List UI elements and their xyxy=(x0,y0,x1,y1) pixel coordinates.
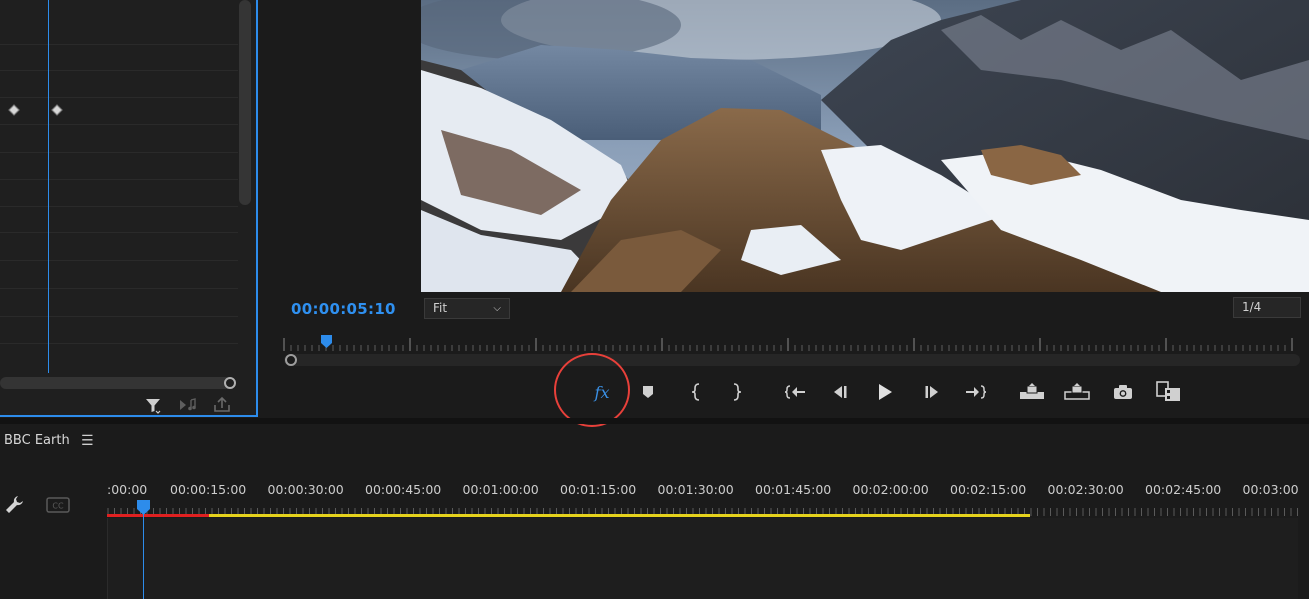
mark-in-icon xyxy=(691,383,700,401)
grid-line xyxy=(0,44,238,45)
ruler-time-label: 00:00:45:00 xyxy=(365,482,442,497)
zoom-level-value: Fit xyxy=(433,301,448,315)
timeline-time-ruler[interactable]: :00:00 00:00:15:00 00:00:30:00 00:00:45:00 0… xyxy=(107,478,1309,518)
play-audio-only-icon[interactable] xyxy=(178,396,196,414)
comparison-view-icon xyxy=(1156,381,1180,401)
effect-controls-zoom-handle[interactable] xyxy=(224,377,236,389)
ruler-time-label: 00:00:15:00 xyxy=(170,482,247,497)
go-to-out-icon xyxy=(966,385,986,399)
mark-out-button[interactable] xyxy=(723,380,751,404)
panel-divider[interactable] xyxy=(0,418,1309,424)
grid-line xyxy=(0,179,238,180)
lift-icon xyxy=(1020,383,1044,399)
ruler-time-label: :00:00 xyxy=(107,482,148,497)
wrench-icon[interactable] xyxy=(4,494,26,516)
program-playhead[interactable] xyxy=(320,335,333,348)
marker-icon xyxy=(643,386,653,398)
comparison-view-button[interactable] xyxy=(1155,380,1183,404)
mark-out-icon xyxy=(733,383,742,401)
extract-button[interactable] xyxy=(1063,380,1091,404)
go-to-in-icon xyxy=(785,385,805,399)
extract-icon xyxy=(1064,383,1090,400)
playhead-timecode[interactable]: 00:00:05:10 xyxy=(291,300,396,318)
go-to-out-button[interactable] xyxy=(961,380,989,404)
timeline-tracks-area[interactable] xyxy=(107,518,1309,599)
render-bar-preview xyxy=(209,514,1030,517)
grid-line xyxy=(0,232,238,233)
program-monitor-video xyxy=(421,0,1309,292)
panel-menu-icon[interactable]: ☰ xyxy=(81,433,94,449)
ruler-time-label: 00:02:00:00 xyxy=(852,482,929,497)
lift-button[interactable] xyxy=(1018,380,1046,404)
resolution-value: 1/4 xyxy=(1242,300,1262,314)
chevron-down-icon: ⌵ xyxy=(493,303,501,314)
captions-icon[interactable]: CC xyxy=(46,497,70,513)
svg-text:CC: CC xyxy=(52,502,64,511)
filter-icon[interactable] xyxy=(144,396,162,414)
mark-in-button[interactable] xyxy=(682,380,710,404)
zoom-level-select[interactable]: Fit ⌵ xyxy=(424,298,510,319)
ruler-time-label: 00:00:30:00 xyxy=(267,482,344,497)
ruler-time-label: 00:01:15:00 xyxy=(560,482,637,497)
program-time-ruler[interactable] xyxy=(282,334,1298,354)
sequence-tab[interactable]: BBC Earth xyxy=(4,433,70,448)
step-back-icon xyxy=(834,386,847,398)
play-icon xyxy=(879,384,892,400)
grid-line xyxy=(0,124,238,125)
ruler-time-label: 00:03:00 xyxy=(1242,482,1299,497)
effect-controls-vertical-scrollbar[interactable] xyxy=(239,0,251,205)
effect-controls-playhead[interactable] xyxy=(48,0,49,373)
add-marker-button[interactable] xyxy=(634,380,662,404)
camera-icon xyxy=(1114,385,1132,399)
grid-line xyxy=(0,316,238,317)
step-forward-button[interactable] xyxy=(918,380,946,404)
go-to-in-button[interactable] xyxy=(782,380,810,404)
step-forward-icon xyxy=(925,386,938,398)
timeline-playhead[interactable] xyxy=(136,500,151,515)
annotation-circle xyxy=(554,353,630,427)
timeline-scroll-edge xyxy=(1298,424,1309,599)
grid-line xyxy=(0,206,238,207)
grid-line xyxy=(0,152,238,153)
effect-controls-panel xyxy=(0,0,258,417)
playback-resolution-select[interactable]: 1/4 xyxy=(1233,297,1301,318)
ruler-time-label: 00:02:30:00 xyxy=(1047,482,1124,497)
ruler-time-label: 00:01:45:00 xyxy=(755,482,832,497)
play-button[interactable] xyxy=(871,380,899,404)
ruler-time-label: 00:01:00:00 xyxy=(462,482,539,497)
timeline-playhead-line[interactable] xyxy=(143,508,144,599)
grid-line xyxy=(0,288,238,289)
grid-line xyxy=(0,70,238,71)
program-zoom-scrollbar[interactable] xyxy=(284,354,1300,366)
ruler-time-label: 00:02:15:00 xyxy=(950,482,1027,497)
export-icon[interactable] xyxy=(212,396,230,414)
ruler-time-label: 00:02:45:00 xyxy=(1145,482,1222,497)
effect-controls-horizontal-scrollbar[interactable] xyxy=(0,377,232,389)
export-frame-button[interactable] xyxy=(1109,380,1137,404)
grid-line xyxy=(0,343,238,344)
step-back-button[interactable] xyxy=(826,380,854,404)
ruler-time-label: 00:01:30:00 xyxy=(657,482,734,497)
grid-line xyxy=(0,260,238,261)
render-bar-unrendered xyxy=(107,514,209,517)
grid-line xyxy=(0,97,238,98)
program-zoom-handle[interactable] xyxy=(285,354,297,366)
